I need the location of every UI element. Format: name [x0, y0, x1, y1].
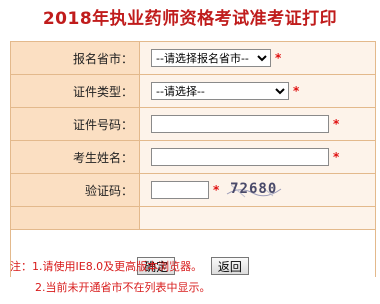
cert-type-label: 证件类型： — [10, 74, 140, 108]
name-input[interactable] — [151, 148, 329, 166]
cert-no-label: 证件号码： — [10, 107, 140, 141]
page-title: 2018年执业药师资格考试准考证打印 — [42, 9, 338, 29]
province-label: 报名省市： — [10, 41, 140, 75]
note-line-1: 注：1.请使用IE8.0及更高版本浏览器。 — [10, 260, 203, 273]
notes: 注：1.请使用IE8.0及更高版本浏览器。 2.当前未开通省市不在列表中显示。 — [10, 256, 376, 298]
captcha-input[interactable] — [151, 181, 209, 199]
captcha-label: 验证码： — [10, 173, 140, 207]
captcha-image[interactable]: 72680 — [225, 180, 287, 200]
captcha-text: 72680 — [230, 181, 278, 197]
cert-no-input[interactable] — [151, 115, 329, 133]
blank-value-cell — [139, 206, 376, 230]
blank-label-cell — [10, 206, 140, 230]
required-star: * — [333, 150, 340, 164]
province-select[interactable]: --请选择报名省市-- — [151, 49, 271, 67]
required-star: * — [213, 183, 220, 197]
cert-type-select[interactable]: --请选择-- — [151, 82, 289, 100]
note-line-2: 2.当前未开通省市不在列表中显示。 — [35, 281, 211, 294]
required-star: * — [293, 84, 300, 98]
print-form: 报名省市： --请选择报名省市-- * 证件类型： --请选择-- * 证件号码… — [10, 41, 376, 277]
required-star: * — [333, 117, 340, 131]
name-label: 考生姓名： — [10, 140, 140, 174]
required-star: * — [275, 51, 282, 65]
